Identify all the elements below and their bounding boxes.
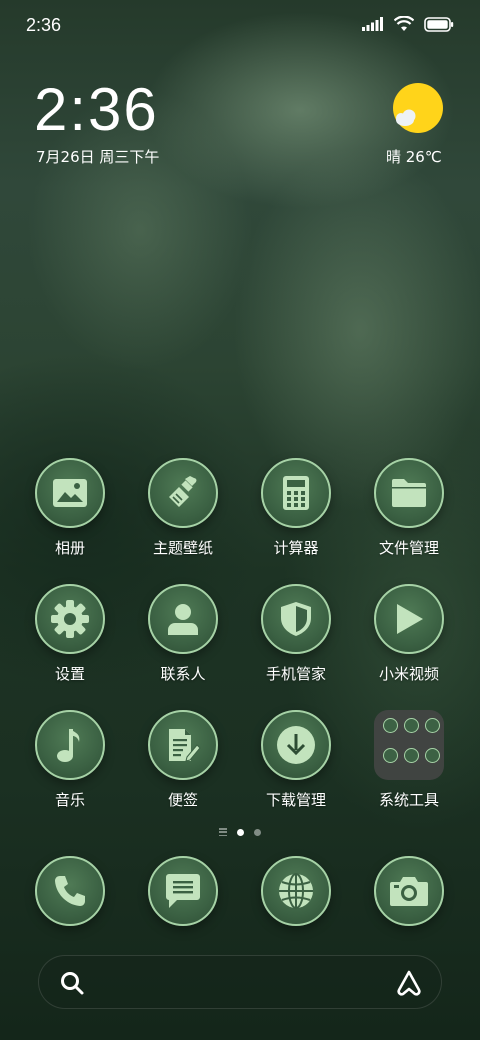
shield-icon — [281, 602, 311, 636]
app-video[interactable]: 小米视频 — [354, 584, 464, 684]
app-label: 主题壁纸 — [152, 539, 213, 557]
folder-mini-icon — [404, 748, 419, 763]
app-label: 便签 — [167, 791, 198, 809]
page-dot — [254, 828, 261, 836]
signal-icon — [362, 17, 383, 31]
search-bar[interactable] — [38, 955, 442, 1009]
app-label: 系统工具 — [378, 791, 439, 809]
app-calculator[interactable]: 计算器 — [241, 458, 351, 558]
status-icons — [362, 16, 454, 32]
person-icon — [168, 604, 198, 635]
notes-icon — [169, 729, 201, 762]
app-label: 小米视频 — [378, 665, 439, 683]
wifi-icon — [394, 16, 414, 31]
dock-camera[interactable] — [354, 856, 464, 926]
play-icon — [397, 604, 423, 634]
battery-icon — [424, 16, 454, 32]
status-bar: 2:36 — [0, 0, 480, 50]
app-music[interactable]: 音乐 — [15, 710, 125, 810]
app-security[interactable]: 手机管家 — [241, 584, 351, 684]
app-notes[interactable]: 便签 — [128, 710, 238, 810]
status-time: 2:36 — [26, 15, 62, 35]
app-label: 手机管家 — [265, 665, 326, 683]
folder-mini-icon — [425, 718, 440, 733]
assistant-icon[interactable] — [395, 969, 423, 997]
calculator-icon — [283, 476, 309, 510]
gallery-icon — [53, 479, 87, 507]
search-icon[interactable] — [59, 970, 85, 996]
phone-icon — [55, 876, 85, 906]
app-settings[interactable]: 设置 — [15, 584, 125, 684]
dock-browser[interactable] — [241, 856, 351, 926]
clock-time[interactable]: 2:36 — [34, 78, 159, 142]
app-gallery[interactable]: 相册 — [15, 458, 125, 558]
folder-system-tools[interactable]: 系统工具 — [354, 710, 464, 810]
globe-icon — [279, 873, 313, 909]
folder-mini-icon — [425, 748, 440, 763]
brush-icon — [169, 476, 197, 507]
folder-grid-icon — [374, 710, 444, 780]
app-themes[interactable]: 主题壁纸 — [128, 458, 238, 558]
dock-phone[interactable] — [15, 856, 125, 926]
folder-icon — [392, 479, 426, 507]
folder-mini-icon — [404, 718, 419, 733]
page-dot-active — [237, 828, 244, 836]
app-downloads[interactable]: 下载管理 — [241, 710, 351, 810]
app-label: 相册 — [54, 539, 85, 557]
folder-mini-icon — [383, 718, 398, 733]
app-label: 设置 — [54, 665, 85, 683]
page-indicator[interactable] — [0, 828, 480, 836]
app-label: 音乐 — [54, 791, 85, 809]
clock-date: 7月26日 周三下午 — [36, 148, 160, 166]
sunny-cloud-icon[interactable] — [390, 82, 446, 138]
app-label: 文件管理 — [378, 539, 439, 557]
app-label: 计算器 — [273, 539, 319, 557]
weather-text: 晴 26℃ — [386, 148, 442, 166]
dock-messages[interactable] — [128, 856, 238, 926]
app-label: 联系人 — [160, 665, 206, 683]
download-icon — [277, 726, 315, 764]
app-file-manager[interactable]: 文件管理 — [354, 458, 464, 558]
app-label: 下载管理 — [265, 791, 326, 809]
music-note-icon — [57, 729, 80, 762]
message-icon — [166, 874, 200, 908]
camera-icon — [390, 877, 428, 906]
gear-icon — [51, 600, 89, 638]
folder-mini-icon — [383, 748, 398, 763]
app-contacts[interactable]: 联系人 — [128, 584, 238, 684]
feed-page-indicator-icon — [219, 828, 227, 836]
